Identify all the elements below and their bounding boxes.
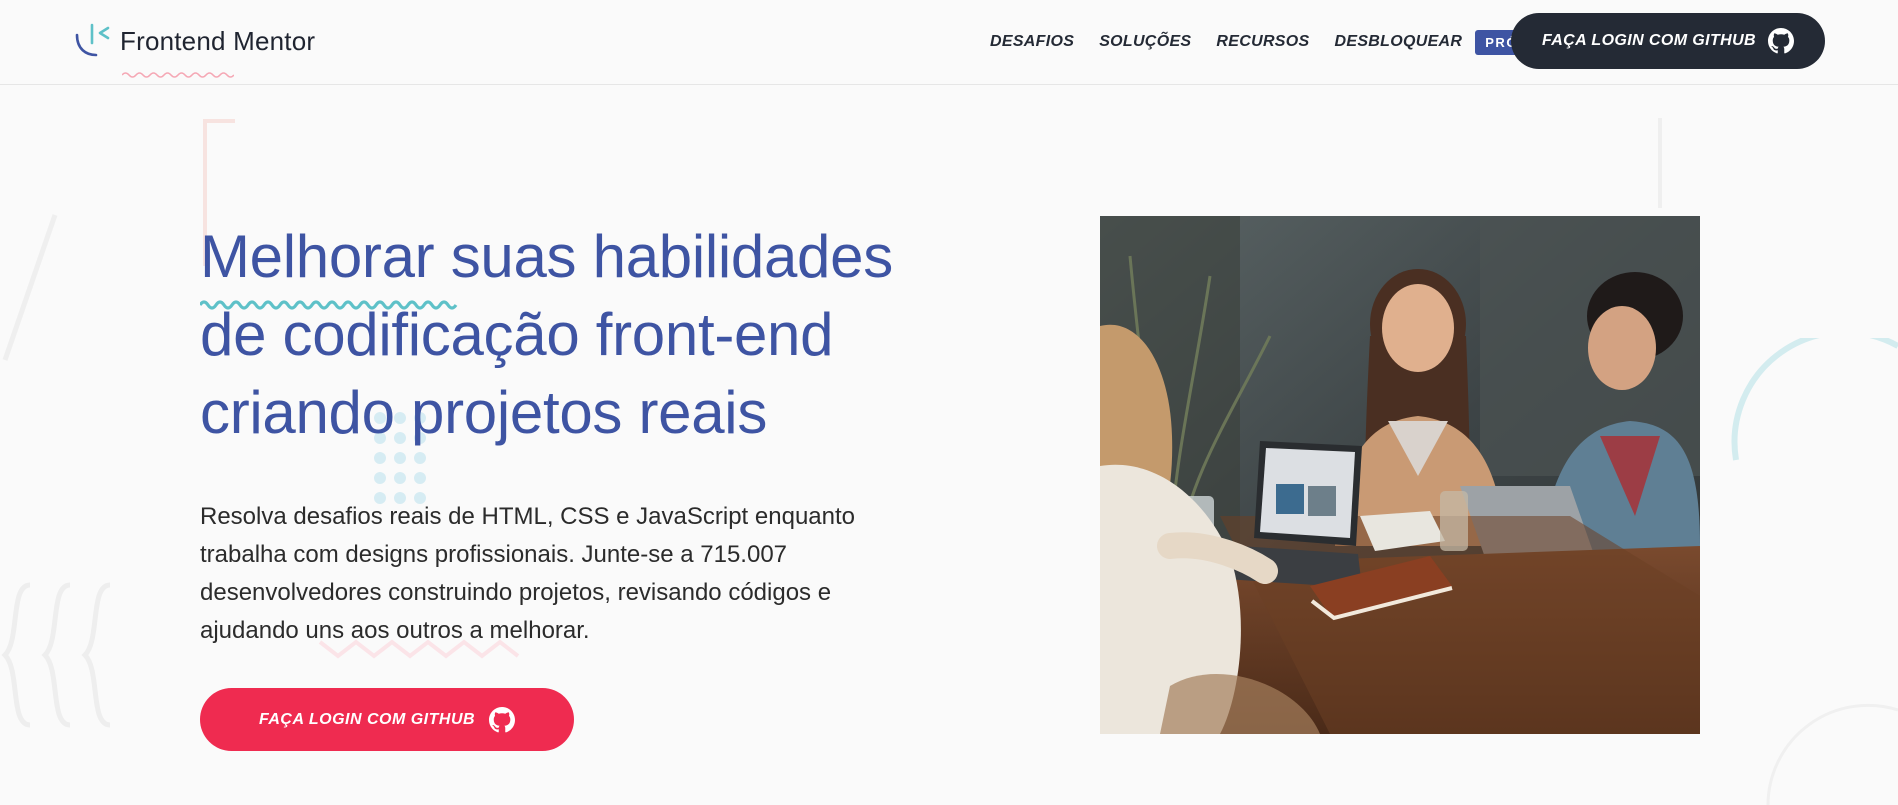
page: Frontend Mentor DESAFIOS SOLUÇÕES RECURS… bbox=[0, 0, 1898, 805]
brand-name: Frontend Mentor bbox=[120, 25, 316, 56]
curly-braces-decoration-icon bbox=[1, 582, 111, 728]
logo[interactable]: Frontend Mentor bbox=[74, 20, 316, 78]
hero-photo bbox=[1100, 216, 1700, 734]
nav-item-recursos[interactable]: RECURSOS bbox=[1216, 33, 1309, 51]
circle-outline-decoration-icon bbox=[1766, 703, 1898, 805]
header-login-label: FAÇA LOGIN COM GITHUB bbox=[1541, 32, 1757, 49]
nav-item-desafios[interactable]: DESAFIOS bbox=[990, 33, 1074, 51]
hero-github-login-button[interactable]: FAÇA LOGIN COM GITHUB bbox=[200, 688, 574, 751]
cta-label: FAÇA LOGIN COM GITHUB bbox=[258, 710, 476, 728]
hero-description: Resolva desafios reais de HTML, CSS e Ja… bbox=[200, 503, 855, 644]
site-header: Frontend Mentor DESAFIOS SOLUÇÕES RECURS… bbox=[0, 0, 1898, 85]
brand-squiggle-icon bbox=[122, 72, 234, 78]
hero-title-line: Melhorar suas habilidades bbox=[200, 223, 893, 290]
hero-title-line: criando projetos reais bbox=[200, 379, 768, 446]
hero-title: Melhorar suas habilidades de codificação… bbox=[200, 218, 1000, 452]
hero-title-line: de codificação front-end bbox=[200, 301, 834, 368]
main-nav: DESAFIOS SOLUÇÕES RECURSOS DESBLOQUEAR P… bbox=[990, 0, 1527, 84]
github-icon bbox=[1768, 28, 1795, 54]
slash-decoration-icon bbox=[2, 214, 58, 361]
nav-item-solucoes[interactable]: SOLUÇÕES bbox=[1099, 33, 1191, 51]
people-at-table-photo-icon bbox=[1100, 216, 1700, 734]
circle-arc-decoration-icon bbox=[1731, 338, 1898, 461]
header-github-login-button[interactable]: FAÇA LOGIN COM GITHUB bbox=[1511, 13, 1825, 69]
frontend-mentor-logo-icon bbox=[75, 23, 110, 57]
vertical-line-decoration-icon bbox=[1658, 118, 1662, 208]
nav-item-desbloquear[interactable]: DESBLOQUEAR bbox=[1335, 33, 1463, 51]
github-icon bbox=[489, 706, 516, 732]
